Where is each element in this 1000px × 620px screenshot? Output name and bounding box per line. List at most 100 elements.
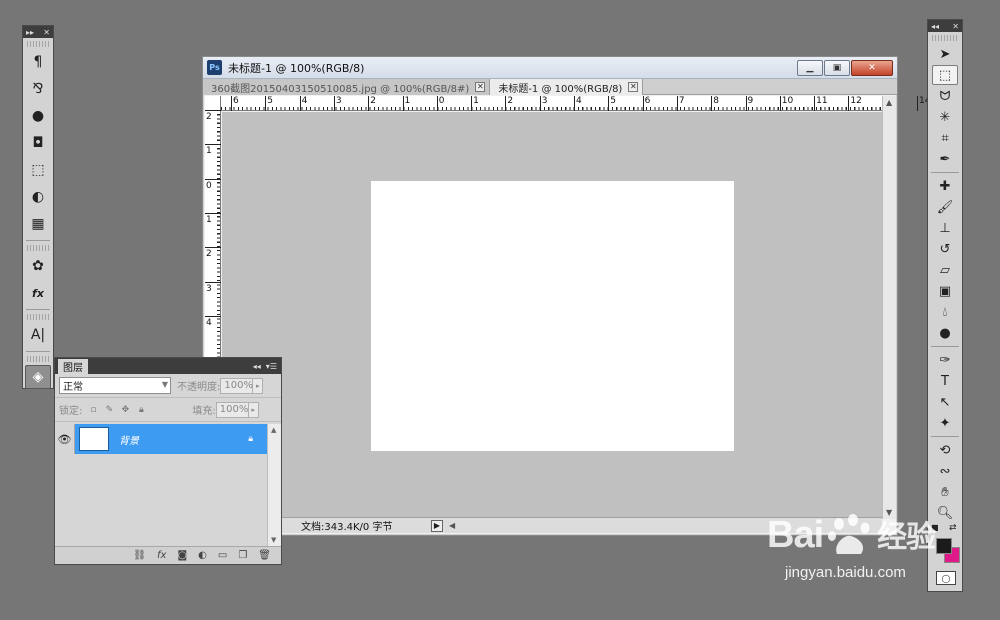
gradient-tool[interactable]: ▣ (932, 281, 958, 301)
lock-position-icon[interactable]: ✥ (120, 405, 130, 415)
close-icon[interactable]: ✕ (43, 28, 50, 37)
panel-menu-icon[interactable]: ◂◂ ▾☰ (249, 362, 281, 374)
link-icon[interactable]: ⛓ (133, 550, 146, 561)
transform-panel-button[interactable]: ⬚ (25, 158, 51, 182)
fx-icon[interactable]: fx (157, 550, 166, 561)
grip-handle[interactable] (27, 41, 49, 47)
tab-untitled[interactable]: 未标题-1 @ 100%(RGB/8) ✕ (490, 79, 644, 95)
layer-lock-icon: 🔒︎ (248, 434, 253, 444)
ruler-h-label: 8 (713, 96, 719, 106)
minimize-button[interactable]: ▁ (797, 59, 823, 76)
layer-item[interactable]: 背景 🔒︎ (75, 424, 267, 454)
text-panel-button[interactable]: A| (25, 323, 51, 347)
character-panel-button[interactable]: ⅋ (25, 77, 51, 101)
blur-tool[interactable]: 💧︎ (932, 302, 958, 322)
dodge-tool[interactable]: ● (932, 323, 958, 343)
scroll-left-icon[interactable]: ◀ (449, 521, 455, 530)
crop-tool[interactable]: ⌗ (932, 128, 958, 148)
paragraph-panel-button[interactable]: ¶ (25, 50, 51, 74)
canvas[interactable] (371, 181, 734, 451)
marquee-tool[interactable]: ⬚ (932, 65, 958, 85)
mask-icon[interactable]: ◙ (177, 550, 187, 561)
trash-icon[interactable]: 🗑︎ (258, 550, 271, 561)
collapse-icon[interactable]: ▸▸ (26, 28, 34, 37)
toolbar-header[interactable]: ◂◂ ✕ (928, 20, 962, 32)
ruler-h-label: 3 (541, 96, 548, 106)
opacity-slider-button[interactable]: ▸ (253, 377, 264, 394)
ruler-h-label: 7 (678, 96, 685, 106)
lock-all-icon[interactable]: 🔒︎ (136, 405, 146, 415)
scroll-down-icon[interactable]: ▼ (271, 536, 276, 544)
tab-close-icon[interactable]: ✕ (475, 82, 486, 92)
shape-tool[interactable]: ✦ (932, 413, 958, 433)
close-button[interactable]: ✕ (851, 59, 893, 76)
hand-tool[interactable]: ✋︎ (932, 482, 958, 502)
layers-scrollbar[interactable]: ▲ ▼ (267, 424, 281, 546)
opacity-field[interactable]: 100% (220, 377, 254, 394)
tab-screenshot[interactable]: 360截图20150403150510085.jpg @ 100%(RGB/8#… (203, 79, 491, 95)
ruler-major-tick (711, 96, 713, 111)
lasso-tool[interactable]: ᗢ (932, 86, 958, 106)
adjustment-icon[interactable]: ◐ (198, 550, 207, 561)
styles-panel-button[interactable]: fx (25, 281, 51, 305)
blend-mode-value: 正常 (63, 382, 83, 393)
3d-rotate-tool[interactable]: ⟲ (932, 440, 958, 460)
tab-layers[interactable]: 图层 (58, 359, 88, 374)
eraser-tool[interactable]: ▱ (932, 260, 958, 280)
folder-icon[interactable]: ▭ (218, 550, 227, 561)
eyedropper-tool[interactable]: ✒ (932, 149, 958, 169)
fill-field[interactable]: 100% (215, 401, 249, 418)
swatches-panel-button[interactable]: ▦ (25, 212, 51, 236)
scroll-up-icon[interactable]: ▲ (271, 426, 276, 434)
tab-close-icon[interactable]: ✕ (628, 82, 639, 92)
path-select-tool[interactable]: ↖ (932, 392, 958, 412)
mask-panel-button[interactable]: ◘ (25, 131, 51, 155)
scroll-up-icon[interactable]: ▲ (886, 98, 892, 107)
healing-tool[interactable]: ✚ (932, 176, 958, 196)
move-tool[interactable]: ➤ (932, 44, 958, 64)
workspace-pasteboard[interactable] (222, 112, 882, 520)
lock-transparent-icon[interactable]: ▫ (88, 405, 98, 415)
swap-colors-icon[interactable]: ⇄ (949, 523, 957, 533)
history-brush-icon: ↺ (939, 241, 951, 257)
lock-image-icon[interactable]: ✎ (104, 405, 114, 415)
horizontal-ruler[interactable]: 65432101234567891011121314 (221, 96, 930, 111)
ruler-major-tick (265, 96, 267, 111)
magic-wand-tool[interactable]: ✳ (932, 107, 958, 127)
ruler-v-label: 2 (206, 112, 212, 122)
new-layer-icon[interactable]: ❐ (238, 550, 247, 561)
grip-handle[interactable] (932, 35, 958, 41)
layer-row[interactable]: 👁︎ 背景 🔒︎ (55, 424, 267, 454)
grip-handle[interactable] (27, 314, 49, 320)
color-panel-button[interactable]: ● (25, 104, 51, 128)
foreground-color-swatch[interactable] (936, 538, 952, 554)
eye-icon[interactable]: 👁︎ (55, 424, 75, 454)
layers-panel-button[interactable]: ◈ (25, 365, 51, 389)
quick-mask-button[interactable]: ◯ (936, 571, 956, 585)
layers-panel-header[interactable]: 图层 ◂◂ ▾☰ (55, 358, 281, 374)
type-tool[interactable]: T (932, 371, 958, 391)
adjustment-panel-button[interactable]: ◐ (25, 185, 51, 209)
ruler-h-label: 1 (473, 96, 479, 106)
vertical-scrollbar[interactable]: ▲ ▼ (882, 96, 896, 519)
zoom-icon: 🔍︎ (936, 505, 954, 521)
brush-tool[interactable]: 🖌︎ (932, 197, 958, 217)
dock-header[interactable]: ▸▸ ✕ (23, 26, 53, 38)
blend-mode-select[interactable]: 正常 ▼ (59, 377, 171, 394)
3d-orbit-tool[interactable]: ∾ (932, 461, 958, 481)
document-titlebar[interactable]: Ps 未标题-1 @ 100%(RGB/8) ▁ ▣ ✕ (203, 57, 897, 79)
ruler-origin[interactable] (205, 96, 221, 111)
grip-handle[interactable] (27, 245, 49, 251)
fill-slider-button[interactable]: ▸ (248, 401, 259, 418)
ruler-major-tick (642, 96, 644, 111)
maximize-button[interactable]: ▣ (824, 59, 850, 76)
status-menu-button[interactable]: ▶ (431, 519, 443, 532)
collapse-icon[interactable]: ◂◂ (931, 22, 939, 31)
pen-icon: ✑ (939, 352, 951, 368)
pen-tool[interactable]: ✑ (932, 350, 958, 370)
stamp-tool[interactable]: ⊥ (932, 218, 958, 238)
grip-handle[interactable] (27, 356, 49, 362)
palette-panel-button[interactable]: ✿ (25, 254, 51, 278)
close-icon[interactable]: ✕ (952, 22, 959, 31)
history-brush-tool[interactable]: ↺ (932, 239, 958, 259)
